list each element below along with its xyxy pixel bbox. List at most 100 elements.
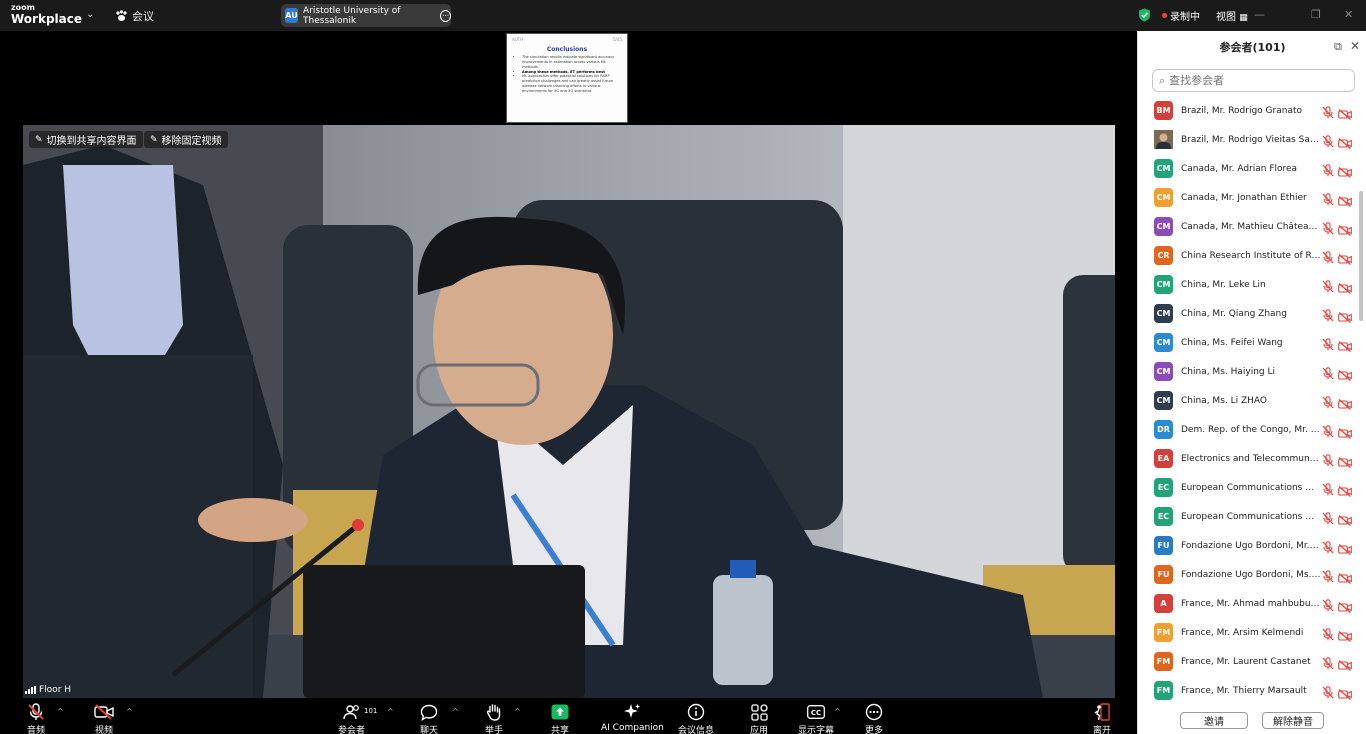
mic-muted-icon[interactable] bbox=[1322, 684, 1334, 699]
reactions-caret-icon[interactable]: ^ bbox=[514, 707, 521, 716]
participant-list-scrollbar[interactable] bbox=[1359, 191, 1363, 321]
mic-muted-icon[interactable] bbox=[1322, 481, 1334, 496]
video-button[interactable]: 视频 bbox=[94, 702, 114, 734]
raise-hand-button[interactable]: 举手 bbox=[485, 702, 503, 734]
org-tag[interactable]: AU Aristotle University of Thessalonik ·… bbox=[281, 4, 451, 27]
close-panel-icon[interactable]: ✕ bbox=[1350, 39, 1360, 53]
pinned-video[interactable]: ✎ 切换到共享内容界面 ✎ 移除固定视频 Floor H bbox=[23, 125, 1115, 698]
share-screen-button[interactable]: 共享 bbox=[551, 702, 569, 734]
participant-row[interactable]: Brazil, Mr. Rodrigo Vieitas Sarr... bbox=[1138, 125, 1358, 154]
participant-row[interactable]: CM Canada, Mr. Mathieu Châteauv... bbox=[1138, 212, 1358, 241]
camera-off-icon[interactable] bbox=[1338, 424, 1352, 439]
mic-muted-icon[interactable] bbox=[1322, 423, 1334, 438]
participant-row[interactable]: EC European Communications Offi... bbox=[1138, 473, 1358, 502]
participant-row[interactable]: FM France, Mr. Laurent Castanet bbox=[1138, 647, 1358, 676]
mic-muted-icon[interactable] bbox=[1322, 597, 1334, 612]
camera-off-icon[interactable] bbox=[1338, 569, 1352, 584]
shield-check-icon[interactable] bbox=[1138, 8, 1151, 22]
switch-to-share-button[interactable]: ✎ 切换到共享内容界面 bbox=[29, 131, 143, 148]
invite-button[interactable]: 邀请 bbox=[1180, 712, 1248, 729]
unmute-all-button[interactable]: 解除静音 bbox=[1262, 712, 1324, 729]
participant-row[interactable]: EA Electronics and Telecommunica... bbox=[1138, 444, 1358, 473]
camera-off-icon[interactable] bbox=[1338, 250, 1352, 265]
mic-muted-icon[interactable] bbox=[1322, 626, 1334, 641]
mic-muted-icon[interactable] bbox=[1322, 394, 1334, 409]
close-window-icon[interactable]: ✕ bbox=[1344, 8, 1353, 21]
participants-button[interactable]: 参会者 bbox=[338, 702, 365, 734]
participant-row[interactable]: FM France, Mr. Thierry Marsault bbox=[1138, 676, 1358, 703]
mic-muted-icon[interactable] bbox=[1322, 568, 1334, 583]
ai-companion-button[interactable]: AI Companion bbox=[601, 702, 664, 733]
camera-off-icon[interactable] bbox=[1338, 656, 1352, 671]
maximize-icon[interactable]: ❐ bbox=[1311, 8, 1321, 21]
captions-button[interactable]: CC 显示字幕 bbox=[798, 702, 834, 734]
minimize-icon[interactable]: — bbox=[1254, 8, 1265, 21]
mic-muted-icon[interactable] bbox=[1322, 539, 1334, 554]
participants-options-caret-icon[interactable]: ^ bbox=[387, 707, 394, 716]
participant-row[interactable]: A France, Mr. Ahmad mahbubul a... bbox=[1138, 589, 1358, 618]
mic-muted-icon[interactable] bbox=[1322, 365, 1334, 380]
camera-off-icon[interactable] bbox=[1338, 221, 1352, 236]
camera-off-icon[interactable] bbox=[1338, 192, 1352, 207]
apps-button[interactable]: 应用 bbox=[750, 702, 768, 734]
more-icon[interactable]: ··· bbox=[440, 9, 451, 22]
recording-indicator[interactable]: 录制中 bbox=[1162, 8, 1200, 23]
camera-off-icon[interactable] bbox=[1338, 308, 1352, 323]
shared-screen-thumbnail[interactable]: AUTH 5/45 Conclusions The simulation res… bbox=[506, 33, 628, 123]
chat-button[interactable]: 聊天 bbox=[420, 702, 438, 734]
participant-row[interactable]: CM China, Mr. Leke Lin bbox=[1138, 270, 1358, 299]
video-options-caret-icon[interactable]: ^ bbox=[126, 707, 133, 716]
camera-off-icon[interactable] bbox=[1338, 511, 1352, 526]
camera-off-icon[interactable] bbox=[1338, 395, 1352, 410]
audio-options-caret-icon[interactable]: ^ bbox=[57, 707, 64, 716]
participant-row[interactable]: CM China, Ms. Li ZHAO bbox=[1138, 386, 1358, 415]
participant-row[interactable]: EC European Communications Offi... bbox=[1138, 502, 1358, 531]
participant-row[interactable]: FM France, Mr. Arsim Kelmendi bbox=[1138, 618, 1358, 647]
camera-off-icon[interactable] bbox=[1338, 540, 1352, 555]
camera-off-icon[interactable] bbox=[1338, 482, 1352, 497]
participant-search-input[interactable] bbox=[1169, 74, 1340, 87]
mic-muted-icon[interactable] bbox=[1322, 510, 1334, 525]
camera-off-icon[interactable] bbox=[1338, 453, 1352, 468]
more-button[interactable]: 更多 bbox=[865, 702, 883, 734]
zoom-logo[interactable]: zoom Workplace bbox=[11, 4, 82, 26]
mic-muted-icon[interactable] bbox=[1322, 220, 1334, 235]
camera-off-icon[interactable] bbox=[1338, 163, 1352, 178]
leave-button[interactable]: 离开 bbox=[1093, 702, 1111, 734]
view-button[interactable]: 视图 ▦ bbox=[1216, 8, 1248, 23]
mic-muted-icon[interactable] bbox=[1322, 191, 1334, 206]
participant-row[interactable]: BM Brazil, Mr. Rodrigo Granato bbox=[1138, 96, 1358, 125]
participant-row[interactable]: CM Canada, Mr. Jonathan Ethier bbox=[1138, 183, 1358, 212]
camera-off-icon[interactable] bbox=[1338, 279, 1352, 294]
camera-off-icon[interactable] bbox=[1338, 366, 1352, 381]
mic-muted-icon[interactable] bbox=[1322, 307, 1334, 322]
camera-off-icon[interactable] bbox=[1338, 685, 1352, 700]
camera-off-icon[interactable] bbox=[1338, 105, 1352, 120]
participant-row[interactable]: CM China, Ms. Feifei Wang bbox=[1138, 328, 1358, 357]
mic-muted-icon[interactable] bbox=[1322, 104, 1334, 119]
chevron-down-icon[interactable]: ⌄ bbox=[86, 9, 94, 20]
mic-muted-icon[interactable] bbox=[1322, 278, 1334, 293]
mic-muted-icon[interactable] bbox=[1322, 336, 1334, 351]
chat-options-caret-icon[interactable]: ^ bbox=[452, 707, 459, 716]
camera-off-icon[interactable] bbox=[1338, 134, 1352, 149]
camera-off-icon[interactable] bbox=[1338, 337, 1352, 352]
mic-muted-icon[interactable] bbox=[1322, 162, 1334, 177]
mic-muted-icon[interactable] bbox=[1322, 249, 1334, 264]
audio-button[interactable]: 音频 bbox=[27, 702, 45, 734]
participant-row[interactable]: FU Fondazione Ugo Bordoni, Ms. ... bbox=[1138, 560, 1358, 589]
participant-row[interactable]: DR Dem. Rep. of the Congo, Mr. K... bbox=[1138, 415, 1358, 444]
captions-options-caret-icon[interactable]: ^ bbox=[834, 707, 841, 716]
meeting-info-button[interactable]: 会议信息 bbox=[678, 702, 714, 734]
participant-row[interactable]: CR China Research Institute of Rad... bbox=[1138, 241, 1358, 270]
participant-row[interactable]: CM China, Ms. Haiying Li bbox=[1138, 357, 1358, 386]
meeting-menu-button[interactable]: 会议 bbox=[115, 8, 154, 24]
mic-muted-icon[interactable] bbox=[1322, 452, 1334, 467]
mic-muted-icon[interactable] bbox=[1322, 133, 1334, 148]
unpin-video-button[interactable]: ✎ 移除固定视频 bbox=[144, 131, 228, 148]
camera-off-icon[interactable] bbox=[1338, 627, 1352, 642]
participant-row[interactable]: FU Fondazione Ugo Bordoni, Mr. ... bbox=[1138, 531, 1358, 560]
mic-muted-icon[interactable] bbox=[1322, 655, 1334, 670]
camera-off-icon[interactable] bbox=[1338, 598, 1352, 613]
participant-row[interactable]: CM Canada, Mr. Adrian Florea bbox=[1138, 154, 1358, 183]
